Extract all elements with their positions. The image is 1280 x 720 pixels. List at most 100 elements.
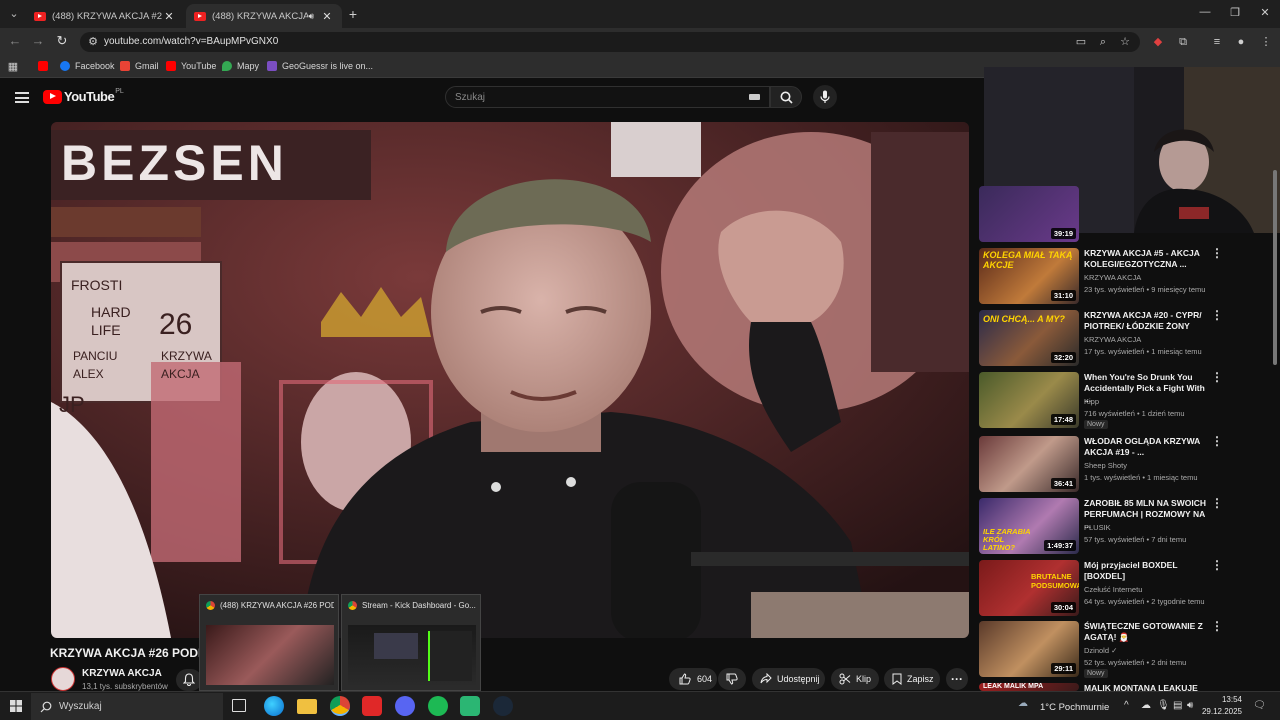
video-thumbnail[interactable]: KOLEGA MIAŁ TAKĄ AKCJE 31:10 [979, 248, 1079, 304]
restore-icon[interactable]: ❐ [1220, 6, 1250, 19]
speaker-icon[interactable]: 🔊︎ [308, 11, 314, 22]
voice-search-button[interactable] [813, 85, 837, 109]
microphone-tray-icon[interactable]: 🎙︎ [1157, 700, 1170, 711]
new-tab-icon[interactable]: + [345, 6, 361, 22]
keyboard-icon[interactable] [749, 94, 760, 100]
youtube-logo[interactable]: YouTube PL [43, 88, 124, 104]
video-title[interactable]: KRZYWA AKCJA #20 - CYPR/ PIOTREK/ ŁÓDZKI… [1084, 310, 1206, 332]
apps-grid-icon[interactable]: ▦ [5, 59, 21, 75]
bookmark-youtube[interactable]: YouTube [166, 61, 216, 71]
channel-name[interactable]: Kipp [1084, 397, 1099, 406]
bookmark-facebook[interactable]: Facebook [60, 61, 115, 71]
file-explorer-icon[interactable] [297, 699, 317, 714]
video-title[interactable]: WŁODAR OGLĄDA KRZYWA AKCJA #19 - ... [1084, 436, 1206, 458]
recommended-video[interactable]: 29:11 ŚWIĄTECZNE GOTOWANIE Z AGATĄ! 🎅 Dz… [979, 620, 1269, 678]
site-info-icon[interactable]: ⚙ [85, 34, 101, 50]
onedrive-icon[interactable]: ☁ [1141, 700, 1151, 711]
video-title[interactable]: MALIK MONTANA LEAKUJE [1084, 683, 1206, 691]
video-thumbnail[interactable]: 39:19 [979, 186, 1079, 242]
reload-icon[interactable]: ↻ [53, 33, 71, 49]
taskbar-preview-youtube[interactable]: (488) KRZYWA AKCJA #26 POD... [199, 594, 339, 691]
network-icon[interactable]: ▤ [1173, 700, 1182, 711]
close-window-icon[interactable]: ✕ [1250, 6, 1280, 19]
clip-button[interactable]: Klip [831, 668, 879, 690]
channel-avatar[interactable] [51, 667, 75, 691]
search-button[interactable] [770, 86, 802, 108]
recommended-video[interactable]: 36:41 WŁODAR OGLĄDA KRZYWA AKCJA #19 - .… [979, 435, 1269, 492]
profile-icon[interactable]: ● [1233, 34, 1249, 50]
video-thumbnail[interactable]: 17:48 [979, 372, 1079, 428]
more-actions-button[interactable]: ··· [946, 668, 968, 690]
browser-tab-1[interactable]: (488) KRZYWA AKCJA #27 AUTO ✕ [26, 4, 184, 28]
dislike-button[interactable] [718, 668, 746, 690]
task-view-icon[interactable] [232, 699, 246, 712]
bookmark-gmail[interactable]: Gmail [120, 61, 159, 71]
url-text[interactable]: youtube.com/watch?v=BAupMPvGNX0 [104, 36, 278, 47]
video-thumbnail[interactable]: ONI CHCĄ... A MY? 32:20 [979, 310, 1079, 366]
search-input[interactable]: Szukaj [445, 86, 770, 108]
menu-icon[interactable] [15, 92, 29, 103]
zoom-icon[interactable]: ⌕ [1095, 34, 1111, 50]
reading-list-icon[interactable]: ≡ [1209, 34, 1225, 50]
channel-name[interactable]: PLUSIK [1084, 523, 1111, 532]
more-vertical-icon[interactable]: ⋮ [1211, 620, 1223, 632]
channel-name[interactable]: KRZYWA AKCJA [82, 668, 162, 679]
video-player[interactable]: BEZSEN FROSTI HARD LIFE 26 PANCIU KRZYWA… [51, 122, 969, 638]
taskbar-search-input[interactable]: Wyszukaj [31, 693, 223, 720]
chrome-taskbar-icon[interactable] [330, 696, 350, 716]
weather-text[interactable]: 1°C Pochmurnie [1040, 702, 1109, 713]
system-clock[interactable]: 13:54 29.12.2025 [1198, 694, 1242, 718]
volume-icon[interactable]: 🔊︎ [1187, 700, 1193, 711]
chrome-menu-icon[interactable]: ⋮ [1258, 34, 1274, 50]
bookmark-youtube-icon[interactable] [38, 61, 53, 71]
recommended-video[interactable]: 39:19 [979, 186, 1269, 242]
forward-icon[interactable]: → [29, 33, 47, 48]
channel-name[interactable]: Czełuść Internetu [1084, 585, 1142, 594]
video-thumbnail[interactable]: LEAK MALIK MPA [979, 683, 1079, 691]
video-thumbnail[interactable]: 29:11 [979, 621, 1079, 677]
more-vertical-icon[interactable]: ⋮ [1211, 435, 1223, 447]
bookmark-maps[interactable]: Mapy [222, 61, 259, 71]
video-title[interactable]: When You're So Drunk You Accidentally Pi… [1084, 372, 1206, 405]
extension-icon[interactable]: ◆ [1150, 34, 1166, 50]
wps-icon[interactable] [362, 696, 382, 716]
more-vertical-icon[interactable]: ⋮ [1211, 497, 1223, 509]
windows-start-icon[interactable] [10, 700, 22, 712]
scrollbar-thumb[interactable] [1273, 170, 1277, 365]
extensions-puzzle-icon[interactable]: ⧉ [1175, 34, 1191, 50]
bookmark-geoguessr[interactable]: GeoGuessr is live on... [267, 61, 373, 71]
share-button[interactable]: Udostępnij [752, 668, 825, 690]
steam-icon[interactable] [493, 696, 513, 716]
close-tab-icon[interactable]: ✕ [162, 10, 176, 23]
save-button[interactable]: Zapisz [884, 668, 940, 690]
video-title[interactable]: ŚWIĄTECZNE GOTOWANIE Z AGATĄ! 🎅 [1084, 621, 1206, 643]
recommended-video[interactable]: 17:48 When You're So Drunk You Accidenta… [979, 371, 1269, 429]
channel-name[interactable]: Sheep Shoty [1084, 461, 1127, 470]
recommended-video[interactable]: ILE ZARABIA KRÓL LATINO? 1:49:37 ZAROBIŁ… [979, 497, 1269, 554]
channel-name[interactable]: KRZYWA AKCJA [1084, 273, 1141, 282]
taskbar-preview-kick[interactable]: Stream - Kick Dashboard - Go... [341, 594, 481, 691]
video-thumbnail[interactable]: ILE ZARABIA KRÓL LATINO? 1:49:37 [979, 498, 1079, 554]
notification-center-icon[interactable]: 🗨︎ [1253, 700, 1266, 711]
spotify-icon[interactable] [428, 696, 448, 716]
video-title[interactable]: KRZYWA AKCJA #5 - AKCJA KOLEGI/EGZOTYCZN… [1084, 248, 1206, 270]
tab-search-icon[interactable]: ⌄ [6, 6, 22, 22]
back-icon[interactable]: ← [6, 33, 24, 48]
more-vertical-icon[interactable]: ⋮ [1211, 371, 1223, 383]
like-button[interactable]: 604 [669, 668, 717, 690]
browser-tab-2[interactable]: (488) KRZYWA AKCJA #26 P 🔊︎ ✕ [186, 4, 342, 28]
video-thumbnail[interactable]: BRUTALNE PODSUMOWANIE 30:04 [979, 560, 1079, 616]
recommended-video[interactable]: LEAK MALIK MPA MALIK MONTANA LEAKUJE [979, 683, 1269, 691]
bookmark-star-icon[interactable]: ☆ [1117, 34, 1133, 50]
recommended-video[interactable]: BRUTALNE PODSUMOWANIE 30:04 Mój przyjaci… [979, 559, 1269, 616]
more-vertical-icon[interactable]: ⋮ [1211, 309, 1223, 321]
recommended-video[interactable]: KOLEGA MIAŁ TAKĄ AKCJE 31:10 KRZYWA AKCJ… [979, 247, 1269, 304]
channel-name[interactable]: Dzinold ✓ [1084, 646, 1117, 655]
android-studio-icon[interactable] [460, 696, 480, 716]
edge-icon[interactable] [264, 696, 284, 716]
weather-icon[interactable]: ☁ [1018, 698, 1028, 709]
tray-overflow-icon[interactable]: ^ [1124, 700, 1129, 711]
more-vertical-icon[interactable]: ⋮ [1211, 247, 1223, 259]
more-vertical-icon[interactable]: ⋮ [1211, 559, 1223, 571]
close-tab-icon[interactable]: ✕ [320, 10, 334, 23]
